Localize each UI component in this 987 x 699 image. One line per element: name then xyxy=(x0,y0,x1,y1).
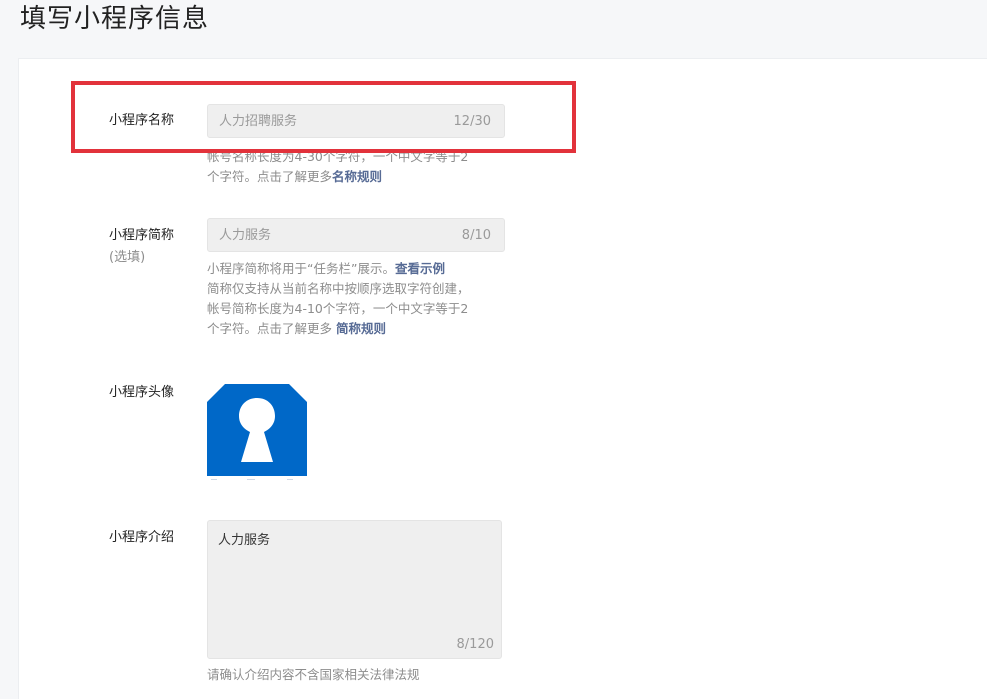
view-example-link[interactable]: 查看示例 xyxy=(395,261,445,276)
short-name-help-line4-text: 个字符。点击了解更多 xyxy=(207,321,336,336)
short-name-help-line4: 个字符。点击了解更多 简称规则 xyxy=(207,319,507,339)
short-name-rules-link[interactable]: 简称规则 xyxy=(336,321,386,336)
intro-help: 请确认介绍内容不含国家相关法律法规 xyxy=(207,667,420,682)
short-name-input-value: 人力服务 xyxy=(219,228,272,243)
intro-label: 小程序介绍 xyxy=(109,530,175,545)
name-rules-link[interactable]: 名称规则 xyxy=(332,169,382,184)
page-title: 填写小程序信息 xyxy=(20,4,210,34)
short-name-optional-label: (选填) xyxy=(109,250,146,265)
short-name-help: 小程序简称将用于“任务栏”展示。查看示例 简称仅支持从当前名称中按顺序选取字符创… xyxy=(207,259,507,339)
intro-textarea-value: 人力服务 xyxy=(218,533,271,548)
short-name-input[interactable]: 人力服务 8/10 xyxy=(207,218,505,252)
highlight-box xyxy=(71,81,576,153)
intro-textarea[interactable]: 人力服务 8/120 xyxy=(207,520,502,659)
name-help-line2-text: 个字符。点击了解更多 xyxy=(207,169,333,184)
name-help-line2: 个字符。点击了解更多名称规则 xyxy=(207,167,507,187)
short-name-help-line1-text: 小程序简称将用于“任务栏”展示。 xyxy=(207,261,395,276)
short-name-help-line3: 帐号简称长度为4-10个字符，一个中文字等于2 xyxy=(207,301,469,316)
name-help: 帐号名称长度为4-30个字符，一个中文字等于2 个字符。点击了解更多名称规则 xyxy=(207,147,507,187)
avatar-image[interactable] xyxy=(207,384,307,480)
intro-char-counter: 8/120 xyxy=(456,637,494,652)
avatar-label: 小程序头像 xyxy=(109,385,175,400)
short-name-char-counter: 8/10 xyxy=(461,228,491,243)
short-name-label: 小程序简称 xyxy=(109,228,175,243)
short-name-help-line1: 小程序简称将用于“任务栏”展示。查看示例 xyxy=(207,259,507,279)
short-name-help-line2: 简称仅支持从当前名称中按顺序选取字符创建， xyxy=(207,281,470,296)
keyhole-icon xyxy=(207,384,307,480)
